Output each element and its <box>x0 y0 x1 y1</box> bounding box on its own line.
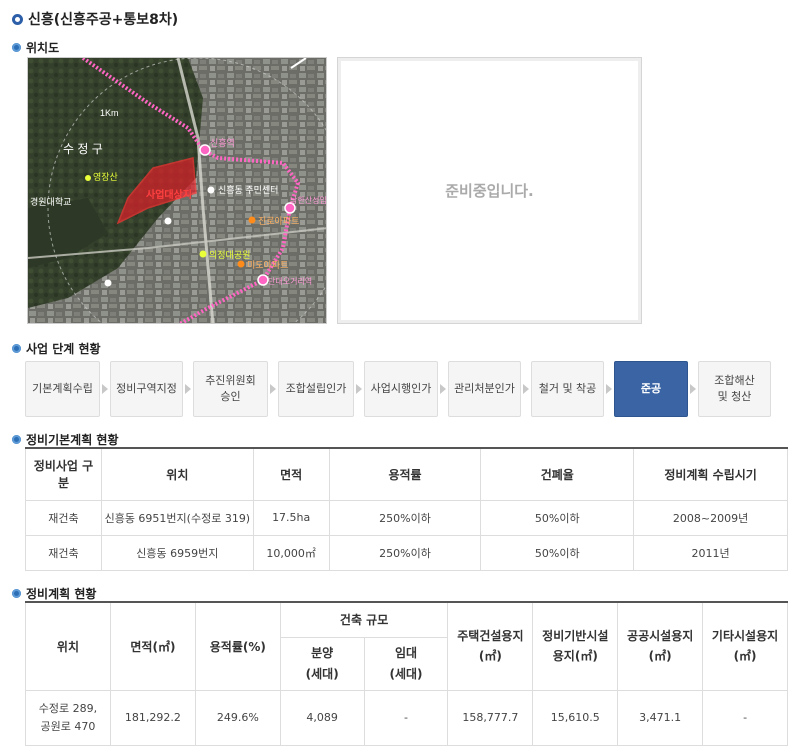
location-map[interactable]: 1Km 수 정 구 영장산 경원대학교 신흥역 신흥동 주민센터 남한산성입구 … <box>27 57 327 324</box>
svg-text:수 정 구: 수 정 구 <box>63 142 103 156</box>
bullet-icon <box>12 43 21 52</box>
page-title: 신흥(신흥주공+통보8차) <box>12 9 178 29</box>
stage-step: 철거 및 착공 <box>531 361 604 417</box>
bullet-icon <box>12 344 21 353</box>
table-header-row: 위치 면적(㎡) 용적률(%) 건축 규모 주택건설용지 (㎡) 정비기반시설 … <box>25 601 788 691</box>
stage-step-active: 준공 <box>614 361 688 417</box>
table-row: 재건축 신흥동 6951번지(수정로 319) 17.5ha 250%이하 50… <box>25 499 788 536</box>
stage-step: 정비구역지정 <box>110 361 183 417</box>
svg-text:영장산: 영장산 <box>93 172 118 182</box>
arrow-right-icon <box>185 384 191 394</box>
svg-text:신흥역: 신흥역 <box>210 137 235 148</box>
title-bullet-icon <box>12 13 23 25</box>
arrow-right-icon <box>270 384 276 394</box>
stage-progress: 기본계획수립 정비구역지정 추진위원회 승인 조합설립인가 사업시행인가 관리처… <box>25 361 771 417</box>
stage-step: 관리처분인가 <box>448 361 521 417</box>
stage-step: 조합설립인가 <box>278 361 354 417</box>
arrow-right-icon <box>690 384 696 394</box>
placeholder-text: 준비중입니다. <box>341 61 638 320</box>
map-image: 1Km 수 정 구 영장산 경원대학교 신흥역 신흥동 주민센터 남한산성입구 … <box>28 58 327 323</box>
stage-step: 기본계획수립 <box>25 361 100 417</box>
svg-text:경원대학교: 경원대학교 <box>30 196 71 207</box>
stage-step: 사업시행인가 <box>364 361 438 417</box>
svg-text:단대오거리역: 단대오거리역 <box>268 276 312 286</box>
table-row: 수정로 289, 공원로 470 181,292.2 249.6% 4,089 … <box>25 689 788 746</box>
location-heading: 위치도 <box>12 39 59 56</box>
arrow-right-icon <box>523 384 529 394</box>
basic-plan-heading: 정비기본계획 현황 <box>12 431 119 448</box>
svg-text:신흥동 주민센터: 신흥동 주민센터 <box>218 184 278 195</box>
svg-text:사업대상지: 사업대상지 <box>146 188 192 201</box>
svg-text:미도아파트: 미도아파트 <box>247 260 288 270</box>
arrow-right-icon <box>440 384 446 394</box>
plan-table: 위치 면적(㎡) 용적률(%) 건축 규모 주택건설용지 (㎡) 정비기반시설 … <box>25 601 788 746</box>
secondary-map-panel: 준비중입니다. <box>337 57 642 324</box>
svg-text:1Km: 1Km <box>100 108 119 118</box>
svg-text:의정대공원: 의정대공원 <box>209 250 250 260</box>
svg-text:남한산성입구: 남한산성입구 <box>290 195 327 205</box>
table-row: 재건축 신흥동 6959번지 10,000㎡ 250%이하 50%이하 2011… <box>25 534 788 571</box>
arrow-right-icon <box>356 384 362 394</box>
bullet-icon <box>12 435 21 444</box>
arrow-right-icon <box>102 384 108 394</box>
table-header-row: 정비사업 구분 위치 면적 용적률 건폐율 정비계획 수립시기 <box>25 447 788 501</box>
stage-step: 추진위원회 승인 <box>193 361 268 417</box>
basic-plan-table: 정비사업 구분 위치 면적 용적률 건폐율 정비계획 수립시기 재건축 신흥동 … <box>25 447 788 571</box>
svg-text:진로아파트: 진로아파트 <box>258 216 299 226</box>
arrow-right-icon <box>606 384 612 394</box>
stage-step: 조합해산 및 청산 <box>698 361 771 417</box>
stages-heading: 사업 단계 현황 <box>12 340 101 357</box>
plan-heading: 정비계획 현황 <box>12 585 96 602</box>
bullet-icon <box>12 589 21 598</box>
